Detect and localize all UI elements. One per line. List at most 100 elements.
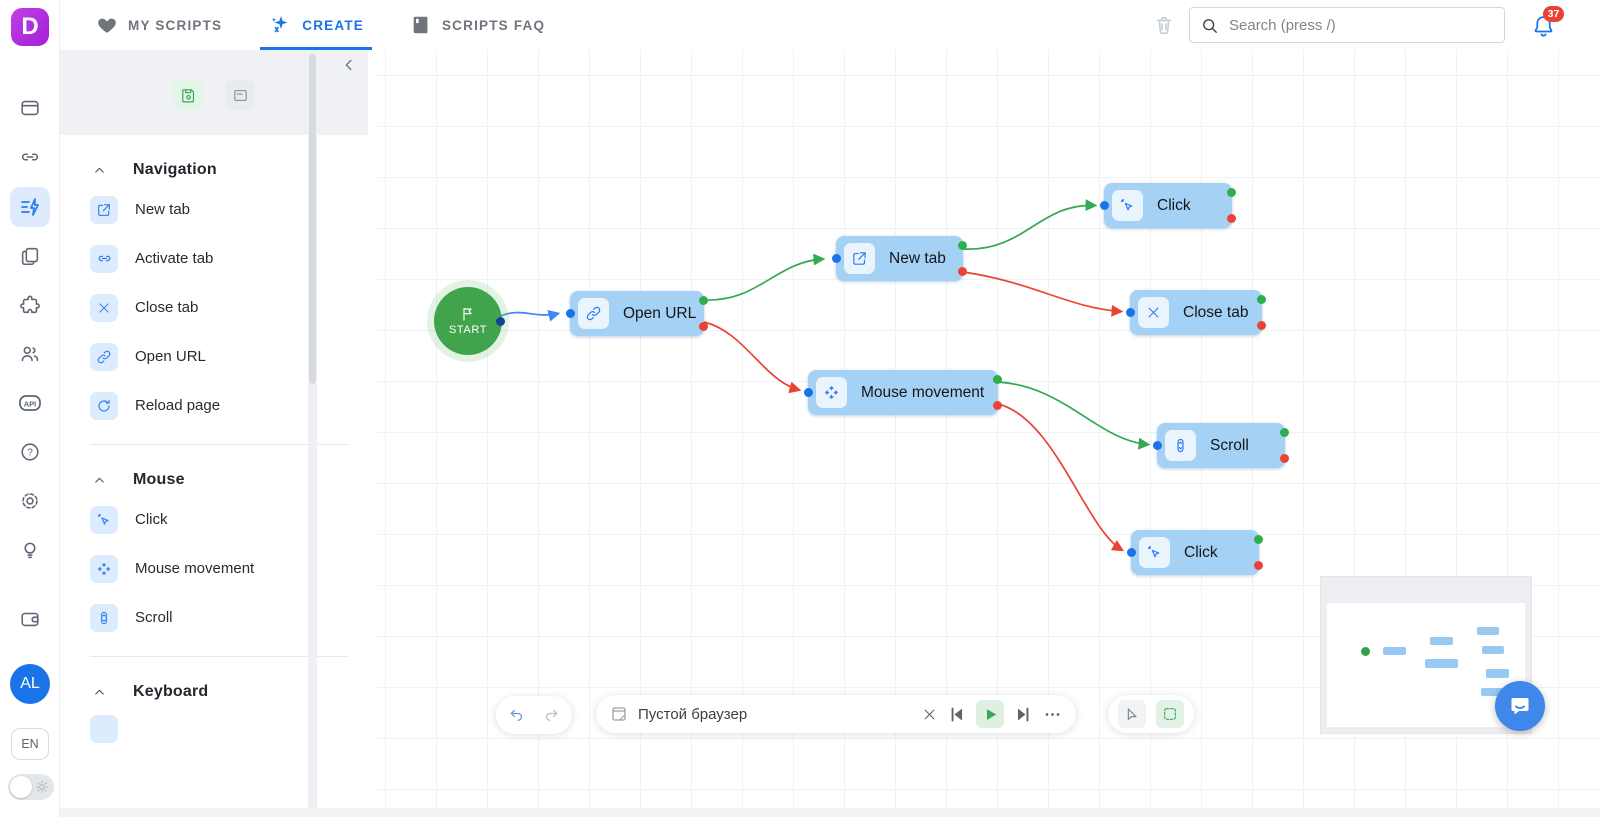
section-navigation[interactable]: Navigation	[92, 161, 368, 179]
edge-mouse-movement-to-click[interactable]	[998, 404, 1122, 550]
idea-icon[interactable]	[16, 536, 44, 564]
error-port[interactable]	[1227, 214, 1236, 223]
node-click-top[interactable]: Click	[1104, 183, 1232, 228]
search-input[interactable]	[1229, 17, 1494, 34]
team-icon[interactable]	[16, 340, 44, 368]
success-port[interactable]	[958, 241, 967, 250]
palette-item-reload-page[interactable]: Reload page	[60, 381, 368, 430]
app-logo[interactable]: D	[11, 8, 49, 46]
more-options-icon[interactable]	[1043, 705, 1062, 724]
minimap-node	[1486, 669, 1509, 678]
extensions-icon[interactable]	[16, 291, 44, 319]
bottom-scroll-strip[interactable]	[60, 808, 1600, 817]
palette-item-mouse-movement[interactable]: Mouse movement	[60, 544, 368, 593]
node-close-tab[interactable]: Close tab	[1130, 290, 1262, 335]
success-port[interactable]	[1254, 535, 1263, 544]
new-tab-icon	[844, 243, 875, 274]
step-forward-icon[interactable]	[1014, 705, 1033, 724]
input-port[interactable]	[1126, 308, 1135, 317]
tab-scripts-faq[interactable]: SCRIPTS FAQ	[402, 0, 553, 50]
play-button[interactable]	[976, 700, 1004, 728]
notifications-bell[interactable]: 37	[1531, 13, 1556, 38]
wallet-icon[interactable]	[16, 605, 44, 633]
avatar[interactable]: AL	[10, 664, 50, 704]
input-port[interactable]	[1100, 201, 1109, 210]
palette-item-close-tab[interactable]: Close tab	[60, 283, 368, 332]
success-port[interactable]	[699, 296, 708, 305]
node-new-tab[interactable]: New tab	[836, 236, 963, 281]
edge-new-tab-to-close-tab[interactable]	[963, 272, 1121, 312]
palette-item-partial[interactable]	[60, 707, 368, 737]
edge-new-tab-to-click[interactable]	[963, 205, 1095, 249]
input-port[interactable]	[804, 388, 813, 397]
open-url-icon	[578, 298, 609, 329]
language-button[interactable]: EN	[11, 728, 49, 760]
chat-widget-button[interactable]	[1495, 681, 1545, 731]
book-icon	[410, 14, 432, 36]
section-mouse[interactable]: Mouse	[92, 471, 368, 489]
palette-scrollbar[interactable]	[308, 50, 317, 808]
tab-create[interactable]: CREATE	[260, 0, 372, 50]
input-port[interactable]	[1153, 441, 1162, 450]
clear-profile-icon[interactable]	[922, 707, 937, 722]
pointer-mode-icon[interactable]	[1118, 700, 1146, 728]
palette-item-open-url[interactable]: Open URL	[60, 332, 368, 381]
palette-item-activate-tab[interactable]: Activate tab	[60, 234, 368, 283]
edge-mouse-movement-to-scroll[interactable]	[998, 382, 1148, 445]
automation-icon[interactable]	[10, 187, 50, 227]
browser-icon[interactable]	[16, 94, 44, 122]
section-keyboard[interactable]: Keyboard	[92, 683, 368, 701]
redo-icon[interactable]	[542, 706, 560, 724]
start-output-port[interactable]	[496, 317, 505, 326]
node-scroll[interactable]: Scroll	[1157, 423, 1285, 468]
reload-page-icon	[90, 392, 118, 420]
palette-item-new-tab[interactable]: New tab	[60, 185, 368, 234]
settings-icon[interactable]	[16, 487, 44, 515]
palette-scrollbar-thumb[interactable]	[309, 54, 316, 384]
error-port[interactable]	[699, 322, 708, 331]
save-script-button[interactable]	[173, 80, 203, 110]
flow-canvas[interactable]: START Open URL New tab Click	[377, 50, 1600, 817]
help-icon[interactable]: ?	[16, 438, 44, 466]
trash-icon[interactable]	[1153, 13, 1175, 37]
api-icon[interactable]: API	[16, 389, 44, 417]
error-port[interactable]	[993, 401, 1002, 410]
history-toolbar	[496, 696, 572, 734]
success-port[interactable]	[1280, 428, 1289, 437]
tab-my-scripts[interactable]: MY SCRIPTS	[88, 0, 230, 50]
mouse-movement-icon	[816, 377, 847, 408]
fit-view-icon[interactable]	[1156, 700, 1184, 728]
edge-start-to-open-url[interactable]	[501, 313, 558, 316]
error-port[interactable]	[1254, 561, 1263, 570]
error-port[interactable]	[1280, 454, 1289, 463]
success-port[interactable]	[1257, 295, 1266, 304]
minimap-node	[1430, 637, 1453, 645]
error-port[interactable]	[958, 267, 967, 276]
tab-create-label: CREATE	[302, 18, 364, 33]
input-port[interactable]	[566, 309, 575, 318]
input-port[interactable]	[832, 254, 841, 263]
node-open-url[interactable]: Open URL	[570, 291, 704, 336]
pages-icon[interactable]	[16, 242, 44, 270]
scroll-icon	[1165, 430, 1196, 461]
edge-open-url-to-mouse-movement[interactable]	[704, 322, 799, 390]
theme-toggle[interactable]	[8, 774, 54, 800]
success-port[interactable]	[993, 375, 1002, 384]
heart-icon	[96, 14, 118, 36]
palette-item-label: New tab	[135, 201, 190, 218]
error-port[interactable]	[1257, 321, 1266, 330]
start-node[interactable]: START	[434, 287, 502, 355]
script-form-button[interactable]	[225, 80, 255, 110]
link-icon[interactable]	[16, 143, 44, 171]
undo-icon[interactable]	[508, 706, 526, 724]
edge-open-url-to-new-tab[interactable]	[704, 259, 823, 300]
palette-item-scroll[interactable]: Scroll	[60, 593, 368, 642]
palette-item-click[interactable]: Click	[60, 495, 368, 544]
node-mouse-movement[interactable]: Mouse movement	[808, 370, 998, 415]
node-label: Open URL	[623, 305, 696, 323]
collapse-panel-icon[interactable]	[340, 56, 358, 74]
success-port[interactable]	[1227, 188, 1236, 197]
node-click-bottom[interactable]: Click	[1131, 530, 1259, 575]
input-port[interactable]	[1127, 548, 1136, 557]
step-back-icon[interactable]	[947, 705, 966, 724]
